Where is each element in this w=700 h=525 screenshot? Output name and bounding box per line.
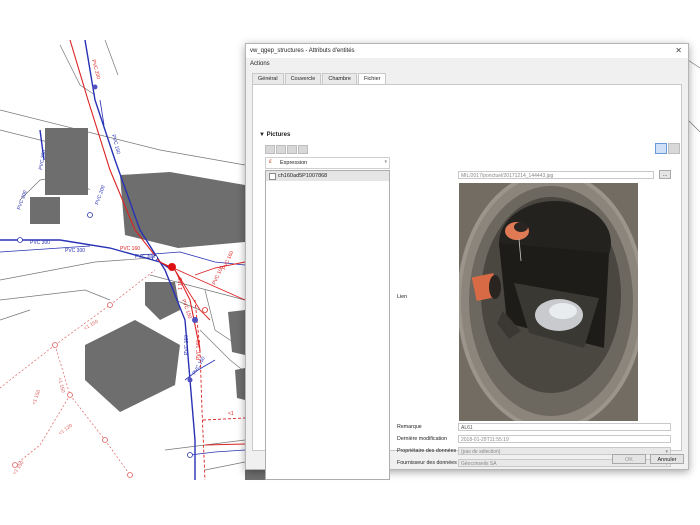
pipe-label: PVC 200 <box>94 185 107 206</box>
field-label-data-provider: Fournisseur des données <box>397 460 457 466</box>
pipe-label: PVC 300 <box>30 240 50 246</box>
edit-icon[interactable] <box>287 145 297 154</box>
expression-label: Expression <box>280 159 308 166</box>
dialog-titlebar: vw_qgep_structures - Attributs d'entités… <box>246 44 688 58</box>
cancel-button[interactable]: Annuler <box>650 454 684 464</box>
pipe-label: PVC 160 <box>120 246 140 252</box>
manhole-photo <box>459 183 638 421</box>
file-path-field[interactable]: MIL/2017/ponctuel/20171214_144443.jpg <box>458 171 654 179</box>
field-label-last-modified: Dernière modification <box>397 436 448 442</box>
feature-attributes-dialog: vw_qgep_structures - Attributs d'entités… <box>245 43 689 480</box>
tab-bar: Général Couvercle Chambre Fichier <box>252 73 387 85</box>
item-checkbox[interactable] <box>269 173 276 180</box>
field-label-remarque: Remarque <box>397 424 422 430</box>
actions-menu[interactable]: Actions <box>250 61 270 67</box>
pipe-label: <1 <box>228 411 234 417</box>
table-view-icon[interactable] <box>668 143 680 154</box>
collapse-arrow-icon[interactable]: ▼ <box>259 132 265 138</box>
last-modified-field[interactable]: 2018-01-29T11:55:19 <box>458 435 671 443</box>
features-list[interactable]: ch160ad5P1007868 <box>265 170 390 480</box>
pipe-label: <1 150 <box>12 460 26 476</box>
pipe-label: PVC 300 <box>65 248 85 254</box>
list-item-label: ch160ad5P1007868 <box>278 172 328 179</box>
tab-general[interactable]: Général <box>252 73 284 84</box>
form-view-icon[interactable] <box>655 143 667 154</box>
pipe-inlet-side <box>471 272 501 302</box>
expression-combo[interactable]: ε Expression ▾ <box>265 157 390 169</box>
pipe-label: 1 150 <box>178 277 184 290</box>
delete-icon[interactable] <box>276 145 286 154</box>
pipe-label: <1 150 <box>56 377 66 394</box>
pipe-label: PVC 300 <box>135 254 155 260</box>
remarque-field[interactable]: AL61 <box>458 423 671 431</box>
browse-button[interactable]: ... <box>659 170 671 179</box>
data-provider-value: Géoconseils SA <box>461 461 497 467</box>
field-label-data-owner: Propriétaire des données <box>397 448 457 454</box>
data-owner-value: (pas de sélection) <box>461 449 501 455</box>
expression-icon: ε <box>269 159 272 165</box>
pipe-label: PVC 150 <box>184 335 190 355</box>
pipe-label: PVC 200 <box>16 190 29 211</box>
pipe-inlet-top <box>505 222 529 240</box>
pictures-section-header[interactable]: ▼ Pictures <box>259 132 290 138</box>
section-title: Pictures <box>266 132 291 138</box>
sewer-pipes-red <box>69 39 246 481</box>
pipe-label: <1 150 <box>83 319 100 332</box>
pipe-label: <1 120 <box>58 423 74 437</box>
tab-couvercle[interactable]: Couvercle <box>284 73 322 84</box>
tab-page-fichier: ▼ Pictures ε Expression ▾ ch160ad5P10078… <box>252 84 682 480</box>
close-icon[interactable]: ✕ <box>675 46 682 55</box>
pipe-label: PVC 160 <box>196 340 202 360</box>
pipe-label: PVC 160 <box>221 250 235 271</box>
dialog-title: vw_qgep_structures - Attributs d'entités <box>250 48 355 54</box>
chevron-down-icon: ▾ <box>384 159 387 165</box>
link-icon[interactable] <box>298 145 308 154</box>
pipe-label: <1 150 <box>31 389 42 406</box>
lien-label: Lien <box>397 294 408 300</box>
add-file-icon[interactable] <box>265 145 275 154</box>
ok-button[interactable]: OK <box>612 454 646 464</box>
list-item[interactable]: ch160ad5P1007868 <box>266 171 389 181</box>
tab-chambre[interactable]: Chambre <box>322 73 357 84</box>
